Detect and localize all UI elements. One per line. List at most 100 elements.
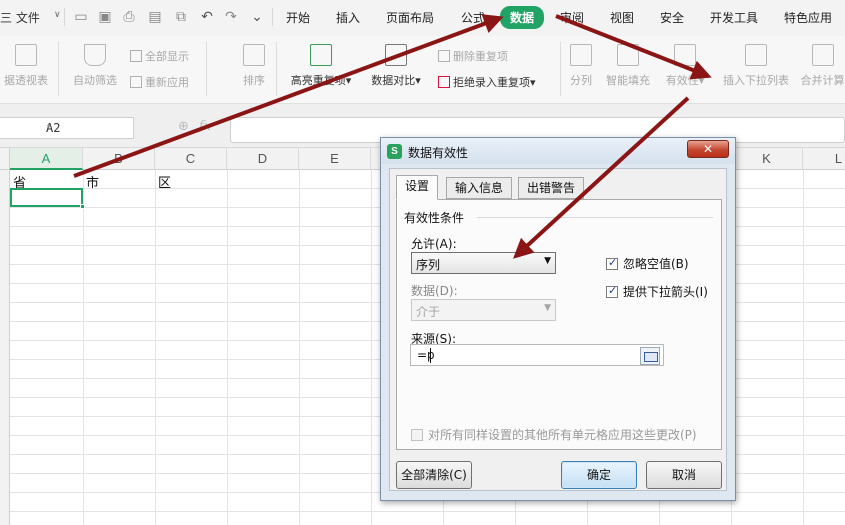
divider (560, 42, 561, 96)
delete-duplicates-label: 删除重复项 (453, 50, 508, 63)
source-input-value: =p (417, 348, 435, 362)
cancel-button[interactable]: 取消 (646, 461, 722, 489)
reapply-button[interactable]: 重新应用 (130, 74, 189, 90)
tab-data[interactable]: 数据 (500, 6, 545, 29)
column-header[interactable]: L (803, 148, 845, 170)
dialog-title-bar[interactable]: S 数据有效性 ✕ (381, 138, 735, 164)
pivot-table-label: 据透视表 (4, 74, 48, 87)
row-headers[interactable] (0, 170, 10, 525)
autofilter-button[interactable]: 自动筛选 (66, 44, 124, 88)
show-all-label: 全部显示 (145, 50, 189, 63)
tab-insert[interactable]: 插入 (336, 9, 360, 26)
split-column-button[interactable]: 分列 (566, 44, 596, 88)
active-cell-a2[interactable] (10, 188, 85, 209)
tab-formulas[interactable]: 公式 (461, 9, 485, 26)
cell-b1[interactable]: 市 (86, 172, 99, 191)
tab-settings[interactable]: 设置 (396, 175, 439, 200)
tab-page-layout[interactable]: 页面布局 (386, 9, 434, 26)
divider (58, 42, 59, 96)
filter-icon (130, 50, 142, 62)
gridline (10, 511, 845, 512)
reject-duplicates-button[interactable]: 拒绝录入重复项▾ (438, 74, 536, 90)
tab-security[interactable]: 安全 (660, 9, 684, 26)
chevron-down-icon[interactable]: ▼ (544, 256, 551, 266)
highlight-duplicates-button[interactable]: 高亮重复项▾ (286, 44, 356, 88)
allow-select-value: 序列 (416, 258, 441, 272)
sort-button[interactable]: 排序 (236, 44, 272, 88)
smart-fill-icon (617, 44, 639, 66)
validity-icon (674, 44, 696, 66)
print-icon[interactable]: ⎙ (120, 8, 138, 26)
tab-home[interactable]: 开始 (286, 9, 310, 26)
tab-review[interactable]: 审阅 (560, 9, 584, 26)
merge-calculation-button[interactable]: 合并计算 (800, 44, 845, 88)
highlight-duplicates-label: 高亮重复项▾ (290, 74, 352, 87)
tab-developer[interactable]: 开发工具 (710, 9, 758, 26)
insert-dropdown-list-button[interactable]: 插入下拉列表 (718, 44, 794, 88)
delete-duplicates-button[interactable]: 删除重复项 (438, 48, 508, 64)
source-input[interactable]: =p (410, 344, 664, 366)
data-select: 介于 ▼ (411, 299, 556, 321)
column-header[interactable]: C (155, 148, 227, 170)
compare-icon (385, 44, 407, 66)
chevron-down-icon[interactable]: ▾ (46, 122, 129, 132)
allow-select[interactable]: 序列 ▼ (411, 252, 556, 274)
allow-label: 允许(A): (411, 237, 457, 251)
checkbox-unchecked-icon (411, 429, 423, 441)
print-preview-icon[interactable]: ▤ (146, 8, 164, 26)
sort-icon (243, 44, 265, 66)
tab-view[interactable]: 视图 (610, 9, 634, 26)
fill-handle[interactable] (80, 204, 85, 209)
column-header[interactable]: D (227, 148, 299, 170)
split-column-icon (570, 44, 592, 66)
save-icon[interactable]: ▣ (96, 8, 114, 26)
gridline (227, 170, 228, 525)
cell-c1[interactable]: 区 (158, 172, 171, 191)
smart-fill-button[interactable]: 智能填充 (602, 44, 654, 88)
preview-icon[interactable]: ⧉ (172, 8, 190, 26)
checkbox-checked-icon[interactable] (606, 284, 618, 298)
text-cursor (430, 348, 431, 363)
reject-duplicates-label: 拒绝录入重复项▾ (453, 76, 536, 89)
column-header[interactable]: K (731, 148, 803, 170)
divider (272, 8, 273, 26)
redo-icon[interactable]: ↷ (222, 8, 240, 26)
tab-input-message[interactable]: 输入信息 (446, 177, 513, 199)
fx-icon[interactable]: fx (199, 119, 211, 134)
clear-all-button[interactable]: 全部清除(C) (396, 461, 472, 489)
divider (206, 42, 207, 96)
dropdown-list-icon (745, 44, 767, 66)
data-compare-button[interactable]: 数据对比▾ (366, 44, 426, 88)
column-header[interactable]: A (10, 148, 83, 170)
delete-duplicates-icon (438, 50, 450, 62)
menu-bar: 三 文件 ∨ ▭ ▣ ⎙ ▤ ⧉ ↶ ↷ ⌄ 开始 插入 页面布局 公式 数据 … (0, 0, 845, 36)
validity-label: 有效性▾ (665, 74, 705, 87)
tab-error-alert[interactable]: 出错警告 (518, 177, 585, 199)
gridline (371, 170, 372, 525)
apply-all-label: 对所有同样设置的其他所有单元格应用这些更改(P) (428, 428, 697, 442)
validity-button[interactable]: 有效性▾ (660, 44, 710, 88)
name-box[interactable]: A2 ▾ (0, 117, 134, 139)
column-header[interactable]: B (83, 148, 155, 170)
more-icon[interactable]: ⌄ (248, 8, 266, 26)
chevron-down-icon[interactable]: ∨ (54, 10, 61, 20)
ignore-blank-checkbox[interactable]: 忽略空值(B) (606, 255, 689, 272)
ok-button[interactable]: 确定 (561, 461, 637, 489)
checkbox-checked-icon[interactable] (606, 256, 618, 270)
pivot-table-button[interactable]: 据透视表 (0, 44, 52, 88)
open-icon[interactable]: ▭ (72, 8, 90, 26)
autofilter-label: 自动筛选 (73, 74, 117, 87)
range-picker-icon[interactable] (640, 347, 660, 365)
gridline (83, 170, 84, 525)
in-cell-dropdown-checkbox[interactable]: 提供下拉箭头(I) (606, 283, 708, 300)
tab-special[interactable]: 特色应用 (784, 9, 832, 26)
ribbon: 据透视表 自动筛选 全部显示 重新应用 排序 高亮重复项▾ 数据对比▾ 删除重复… (0, 36, 845, 104)
undo-icon[interactable]: ↶ (198, 8, 216, 26)
divider (477, 217, 713, 218)
column-header[interactable]: E (299, 148, 371, 170)
file-menu[interactable]: 三 文件 (0, 9, 40, 26)
show-all-button[interactable]: 全部显示 (130, 48, 189, 64)
zoom-icon[interactable]: ⊕ (178, 119, 189, 134)
select-all-corner[interactable] (0, 148, 10, 170)
close-icon[interactable]: ✕ (687, 140, 729, 158)
